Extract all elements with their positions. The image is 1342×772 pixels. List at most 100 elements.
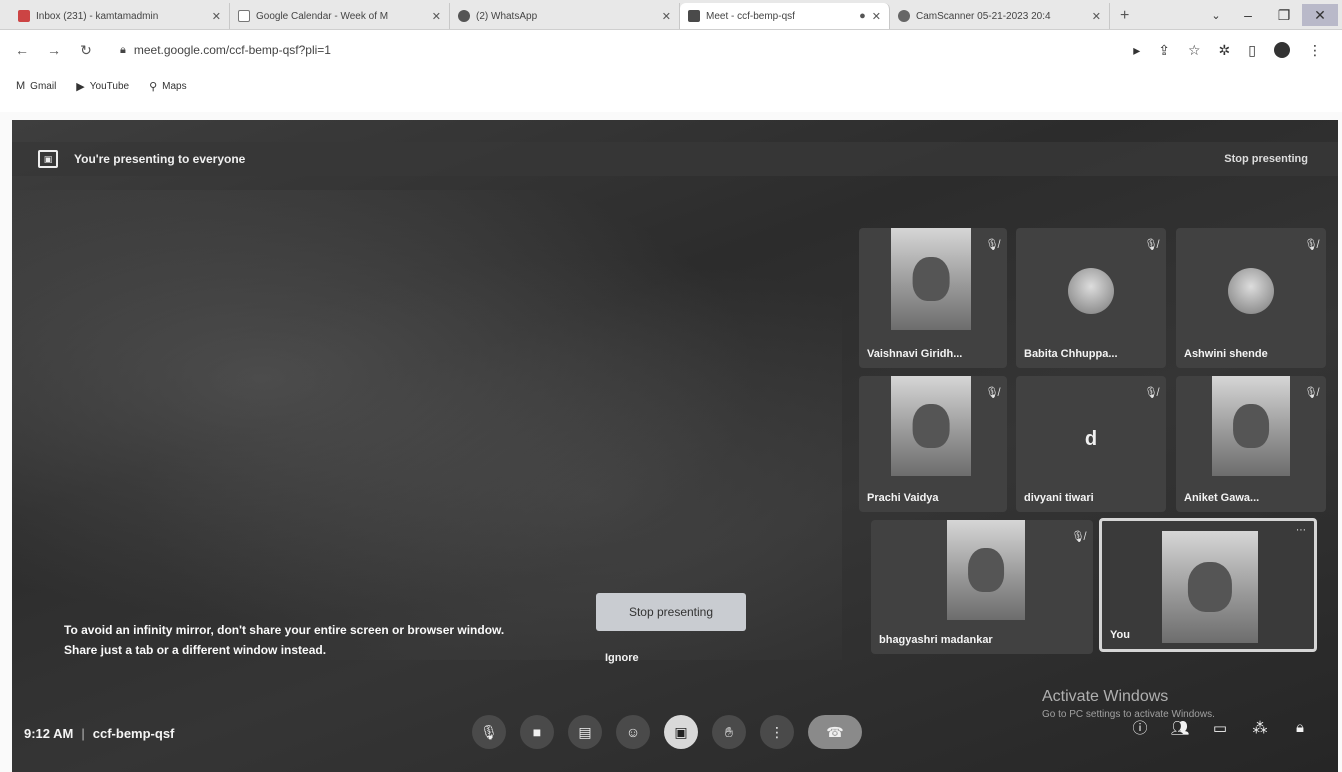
whatsapp-icon [458,10,470,22]
participant-video [1212,376,1290,476]
call-controls: 🎙︎ ■ ▤ ☺ ▣ ✋︎ ⋮ ☎︎ [472,715,862,749]
mic-off-icon: 🎙︎̸ [1304,239,1318,251]
gmail-icon [18,10,30,22]
activities-icon[interactable]: ⁂ [1250,719,1270,737]
url-text: meet.google.com/ccf-bemp-qsf?pli=1 [133,43,331,57]
tab-whatsapp[interactable]: (2) WhatsApp ✕ [450,3,680,29]
participant-name: Ashwini shende [1184,348,1268,360]
participant-name: Vaishnavi Giridh... [867,348,963,360]
hang-up-icon[interactable]: ☎︎ [808,715,862,749]
captions-icon[interactable]: ▤ [568,715,602,749]
bookmark-gmail[interactable]: M Gmail [16,80,56,92]
window-controls: ⌄ – ❐ ✕ [1202,0,1342,30]
presenting-text: You're presenting to everyone [74,152,246,166]
share-icon[interactable]: ⇪ [1158,42,1170,59]
meeting-code: ccf-bemp-qsf [92,726,175,741]
close-icon[interactable]: ✕ [212,10,221,23]
stop-presenting-button[interactable]: Stop presenting [596,593,746,631]
bookmarks-bar: M Gmail ▶ YouTube ⚲ Maps [0,70,1342,112]
mic-off-icon: 🎙︎̸ [1304,387,1318,399]
close-icon[interactable]: ✕ [432,10,441,23]
people-icon[interactable]: 👥︎ [1170,719,1190,737]
ignore-button[interactable]: Ignore [605,652,639,664]
participant-name: Aniket Gawa... [1184,492,1260,504]
mic-off-icon: 🎙︎̸ [1144,239,1158,251]
forward-icon[interactable]: → [46,42,62,58]
youtube-icon: ▶ [76,81,85,93]
restore-icon[interactable]: ❐ [1266,7,1302,24]
participant-name: divyani tiwari [1024,492,1094,504]
warning-line-2: Share just a tab or a different window i… [64,643,327,657]
camera-icon[interactable]: ■ [520,715,554,749]
participant-tile[interactable]: 🎙︎̸ Prachi Vaidya [859,376,1007,512]
emoji-icon[interactable]: ☺ [616,715,650,749]
raise-hand-icon[interactable]: ✋︎ [712,715,746,749]
bookmark-label: YouTube [89,81,130,92]
presenting-banner: ▣ You're presenting to everyone Stop pre… [12,142,1338,176]
participant-initial: d [1084,428,1098,450]
tab-calendar[interactable]: Google Calendar - Week of M ✕ [230,3,450,29]
host-controls-icon[interactable]: 🔒︎ [1290,719,1310,736]
info-icon[interactable]: ⓘ [1130,717,1150,738]
recording-dot-icon: ● [859,10,866,22]
close-icon[interactable]: ✕ [872,10,881,23]
tab-strip: Inbox (231) - kamtamadmin ✕ Google Calen… [0,0,1342,30]
tab-title: Meet - ccf-bemp-qsf [706,10,795,22]
close-icon[interactable]: ✕ [662,10,671,23]
gmail-icon: M [16,80,26,92]
present-screen-icon: ▣ [38,150,58,168]
side-controls: ⓘ 👥︎ ▭ ⁂ 🔒︎ [1130,717,1310,738]
extensions-icon[interactable]: ✲ [1219,42,1231,59]
tab-meet[interactable]: Meet - ccf-bemp-qsf ● ✕ [680,3,890,29]
banner-stop-presenting-button[interactable]: Stop presenting [1224,153,1308,165]
participant-tile[interactable]: 🎙︎̸ Aniket Gawa... [1176,376,1326,512]
sidepanel-icon[interactable]: ▯ [1248,42,1256,59]
participant-tile[interactable]: 🎙︎̸ Babita Chhuppa... [1016,228,1166,368]
more-options-icon[interactable]: ⋮ [760,715,794,749]
more-options-icon[interactable]: ⋯ [1296,525,1306,536]
tab-gmail[interactable]: Inbox (231) - kamtamadmin ✕ [10,3,230,29]
calendar-icon [238,10,250,22]
participant-video [891,228,971,330]
browser-toolbar: ← → ↻ 🔒︎ meet.google.com/ccf-bemp-qsf?pl… [0,30,1342,70]
window-close-icon[interactable]: ✕ [1302,4,1338,26]
close-icon[interactable]: ✕ [1092,10,1101,23]
participant-tile[interactable]: 🎙︎̸ bhagyashri madankar [871,520,1093,654]
new-tab-icon[interactable]: + [1110,7,1139,29]
meeting-time: 9:12 AM [24,726,74,741]
bookmark-maps[interactable]: ⚲ Maps [149,80,187,93]
participant-tile[interactable]: 🎙︎̸ Ashwini shende [1176,228,1326,368]
self-tile[interactable]: ⋯ You [1099,518,1317,652]
present-screen-icon[interactable]: ▣ [664,715,698,749]
tab-camscanner[interactable]: CamScanner 05-21-2023 20:4 ✕ [890,3,1110,29]
tab-title: CamScanner 05-21-2023 20:4 [916,10,1051,22]
address-bar[interactable]: 🔒︎ meet.google.com/ccf-bemp-qsf?pli=1 [110,36,1117,64]
meeting-info-separator: | [81,726,85,741]
participant-name: You [1110,629,1130,641]
chevron-down-icon[interactable]: ⌄ [1202,9,1230,22]
microphone-icon[interactable]: 🎙︎ [472,715,506,749]
warning-line-1: To avoid an infinity mirror, don't share… [64,623,505,637]
profile-avatar[interactable] [1274,42,1290,58]
participant-avatar [1228,268,1274,314]
participant-video [947,520,1025,620]
participant-video [891,376,971,476]
cast-icon[interactable]: ▸ [1133,42,1140,59]
participant-tile[interactable]: 🎙︎̸ Vaishnavi Giridh... [859,228,1007,368]
camscanner-icon [898,10,910,22]
participant-name: bhagyashri madankar [879,634,993,646]
maps-icon: ⚲ [149,81,158,93]
activate-title: Activate Windows [1042,688,1169,705]
bookmark-label: Maps [162,81,187,92]
back-icon[interactable]: ← [14,42,30,58]
meet-icon [688,10,700,22]
chat-icon[interactable]: ▭ [1210,719,1230,737]
participant-name: Babita Chhuppa... [1024,348,1118,360]
star-icon[interactable]: ☆ [1188,42,1201,59]
mic-off-icon: 🎙︎̸ [1071,531,1085,543]
menu-icon[interactable]: ⋮ [1308,42,1322,59]
bookmark-youtube[interactable]: ▶ YouTube [76,80,129,93]
participant-tile[interactable]: d 🎙︎̸ divyani tiwari [1016,376,1166,512]
minimize-icon[interactable]: – [1230,7,1266,23]
reload-icon[interactable]: ↻ [78,42,94,59]
